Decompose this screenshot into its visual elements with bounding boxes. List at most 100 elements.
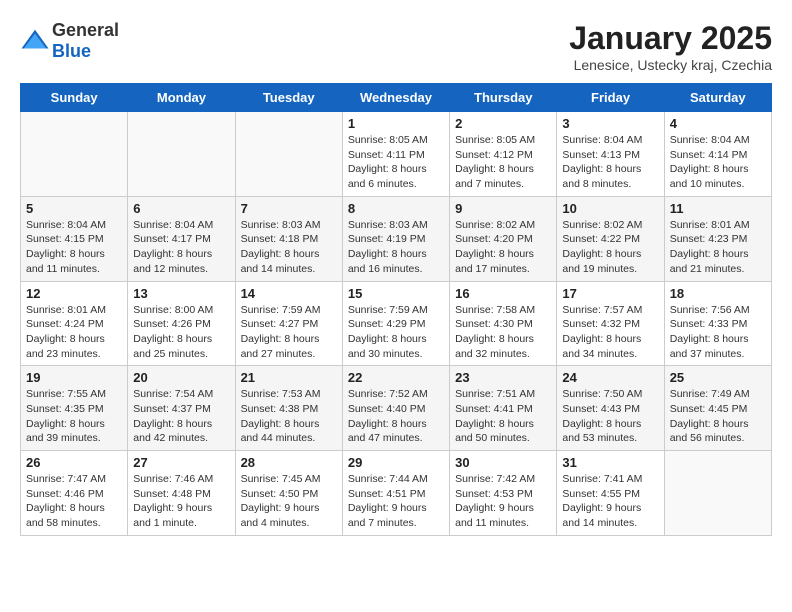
calendar-cell: 4Sunrise: 8:04 AM Sunset: 4:14 PM Daylig… [664, 112, 771, 197]
calendar-cell: 20 Sunrise: 7:54 AM Sunset: 4:37 PM Dayli… [128, 366, 235, 451]
day-number: 1 [348, 116, 444, 131]
day-info: Sunrise: 8:05 AM Sunset: 4:11 PM Dayligh… [348, 133, 444, 192]
day-number: 5 [26, 201, 122, 216]
day-info: Sunrise: 7:53 AM Sunset: 4:38 PM Dayligh… [241, 387, 337, 446]
calendar-cell: 9Sunrise: 8:02 AM Sunset: 4:20 PM Daylig… [450, 196, 557, 281]
weekday-header-sunday: Sunday [21, 84, 128, 112]
day-number: 25 [670, 370, 766, 385]
calendar-cell: 1 Sunrise: 8:05 AM Sunset: 4:11 PM Daylig… [342, 112, 449, 197]
day-number: 11 [670, 201, 766, 216]
logo-general-text: General [52, 20, 119, 40]
day-number: 15 [348, 286, 444, 301]
calendar-cell [21, 112, 128, 197]
day-info: Sunrise: 7:42 AM Sunset: 4:53 PM Dayligh… [455, 472, 551, 531]
logo-blue-text: Blue [52, 41, 91, 61]
day-info: Sunrise: 8:04 AM Sunset: 4:17 PM Dayligh… [133, 218, 229, 277]
weekday-header-friday: Friday [557, 84, 664, 112]
calendar-cell: 8 Sunrise: 8:03 AM Sunset: 4:19 PM Daylig… [342, 196, 449, 281]
day-info: Sunrise: 8:04 AM Sunset: 4:15 PM Dayligh… [26, 218, 122, 277]
day-number: 10 [562, 201, 658, 216]
calendar-cell: 27 Sunrise: 7:46 AM Sunset: 4:48 PM Dayli… [128, 451, 235, 536]
weekday-header-row: SundayMondayTuesdayWednesdayThursdayFrid… [21, 84, 772, 112]
calendar-cell: 17 Sunrise: 7:57 AM Sunset: 4:32 PM Dayli… [557, 281, 664, 366]
day-number: 19 [26, 370, 122, 385]
calendar-cell: 19Sunrise: 7:55 AM Sunset: 4:35 PM Dayli… [21, 366, 128, 451]
calendar-cell: 13Sunrise: 8:00 AM Sunset: 4:26 PM Dayli… [128, 281, 235, 366]
day-info: Sunrise: 7:44 AM Sunset: 4:51 PM Dayligh… [348, 472, 444, 531]
calendar-week-2: 5 Sunrise: 8:04 AM Sunset: 4:15 PM Daylig… [21, 196, 772, 281]
day-info: Sunrise: 7:49 AM Sunset: 4:45 PM Dayligh… [670, 387, 766, 446]
day-number: 14 [241, 286, 337, 301]
calendar-cell [235, 112, 342, 197]
day-info: Sunrise: 7:57 AM Sunset: 4:32 PM Dayligh… [562, 303, 658, 362]
calendar-cell [664, 451, 771, 536]
day-number: 31 [562, 455, 658, 470]
day-number: 12 [26, 286, 122, 301]
day-number: 16 [455, 286, 551, 301]
day-number: 28 [241, 455, 337, 470]
logo-icon [20, 26, 50, 56]
day-number: 2 [455, 116, 551, 131]
day-number: 26 [26, 455, 122, 470]
day-info: Sunrise: 8:01 AM Sunset: 4:24 PM Dayligh… [26, 303, 122, 362]
calendar-cell: 26Sunrise: 7:47 AM Sunset: 4:46 PM Dayli… [21, 451, 128, 536]
calendar-cell: 15Sunrise: 7:59 AM Sunset: 4:29 PM Dayli… [342, 281, 449, 366]
calendar-week-5: 26Sunrise: 7:47 AM Sunset: 4:46 PM Dayli… [21, 451, 772, 536]
calendar-cell: 29 Sunrise: 7:44 AM Sunset: 4:51 PM Dayli… [342, 451, 449, 536]
calendar-cell: 7Sunrise: 8:03 AM Sunset: 4:18 PM Daylig… [235, 196, 342, 281]
day-info: Sunrise: 8:02 AM Sunset: 4:22 PM Dayligh… [562, 218, 658, 277]
day-info: Sunrise: 7:51 AM Sunset: 4:41 PM Dayligh… [455, 387, 551, 446]
calendar-cell: 5 Sunrise: 8:04 AM Sunset: 4:15 PM Daylig… [21, 196, 128, 281]
calendar-cell: 14 Sunrise: 7:59 AM Sunset: 4:27 PM Dayli… [235, 281, 342, 366]
day-number: 18 [670, 286, 766, 301]
logo: General Blue [20, 20, 119, 62]
day-number: 27 [133, 455, 229, 470]
day-info: Sunrise: 7:54 AM Sunset: 4:37 PM Dayligh… [133, 387, 229, 446]
day-number: 21 [241, 370, 337, 385]
calendar-cell: 28 Sunrise: 7:45 AM Sunset: 4:50 PM Dayli… [235, 451, 342, 536]
day-info: Sunrise: 7:59 AM Sunset: 4:27 PM Dayligh… [241, 303, 337, 362]
day-number: 20 [133, 370, 229, 385]
day-info: Sunrise: 7:50 AM Sunset: 4:43 PM Dayligh… [562, 387, 658, 446]
calendar-cell [128, 112, 235, 197]
calendar-week-3: 12 Sunrise: 8:01 AM Sunset: 4:24 PM Dayli… [21, 281, 772, 366]
calendar-table: SundayMondayTuesdayWednesdayThursdayFrid… [20, 83, 772, 536]
day-number: 8 [348, 201, 444, 216]
weekday-header-wednesday: Wednesday [342, 84, 449, 112]
day-number: 13 [133, 286, 229, 301]
calendar-cell: 12 Sunrise: 8:01 AM Sunset: 4:24 PM Dayli… [21, 281, 128, 366]
weekday-header-saturday: Saturday [664, 84, 771, 112]
calendar-cell: 23Sunrise: 7:51 AM Sunset: 4:41 PM Dayli… [450, 366, 557, 451]
day-number: 29 [348, 455, 444, 470]
calendar-cell: 18Sunrise: 7:56 AM Sunset: 4:33 PM Dayli… [664, 281, 771, 366]
title-block: January 2025 Lenesice, Ustecky kraj, Cze… [569, 20, 772, 73]
day-info: Sunrise: 8:03 AM Sunset: 4:18 PM Dayligh… [241, 218, 337, 277]
day-info: Sunrise: 7:46 AM Sunset: 4:48 PM Dayligh… [133, 472, 229, 531]
weekday-header-thursday: Thursday [450, 84, 557, 112]
calendar-cell: 22Sunrise: 7:52 AM Sunset: 4:40 PM Dayli… [342, 366, 449, 451]
day-number: 17 [562, 286, 658, 301]
weekday-header-tuesday: Tuesday [235, 84, 342, 112]
day-number: 30 [455, 455, 551, 470]
day-info: Sunrise: 8:05 AM Sunset: 4:12 PM Dayligh… [455, 133, 551, 192]
calendar-cell: 30 Sunrise: 7:42 AM Sunset: 4:53 PM Dayli… [450, 451, 557, 536]
day-number: 22 [348, 370, 444, 385]
day-info: Sunrise: 8:04 AM Sunset: 4:13 PM Dayligh… [562, 133, 658, 192]
day-number: 24 [562, 370, 658, 385]
day-number: 3 [562, 116, 658, 131]
day-info: Sunrise: 8:01 AM Sunset: 4:23 PM Dayligh… [670, 218, 766, 277]
calendar-cell: 6Sunrise: 8:04 AM Sunset: 4:17 PM Daylig… [128, 196, 235, 281]
page-header: General Blue January 2025 Lenesice, Uste… [20, 20, 772, 73]
location: Lenesice, Ustecky kraj, Czechia [569, 57, 772, 73]
day-info: Sunrise: 8:03 AM Sunset: 4:19 PM Dayligh… [348, 218, 444, 277]
day-number: 9 [455, 201, 551, 216]
day-info: Sunrise: 7:58 AM Sunset: 4:30 PM Dayligh… [455, 303, 551, 362]
calendar-cell: 25 Sunrise: 7:49 AM Sunset: 4:45 PM Dayli… [664, 366, 771, 451]
calendar-cell: 11 Sunrise: 8:01 AM Sunset: 4:23 PM Dayli… [664, 196, 771, 281]
day-info: Sunrise: 7:45 AM Sunset: 4:50 PM Dayligh… [241, 472, 337, 531]
month-title: January 2025 [569, 20, 772, 57]
calendar-cell: 24 Sunrise: 7:50 AM Sunset: 4:43 PM Dayli… [557, 366, 664, 451]
calendar-cell: 16 Sunrise: 7:58 AM Sunset: 4:30 PM Dayli… [450, 281, 557, 366]
calendar-cell: 2 Sunrise: 8:05 AM Sunset: 4:12 PM Daylig… [450, 112, 557, 197]
day-info: Sunrise: 7:41 AM Sunset: 4:55 PM Dayligh… [562, 472, 658, 531]
